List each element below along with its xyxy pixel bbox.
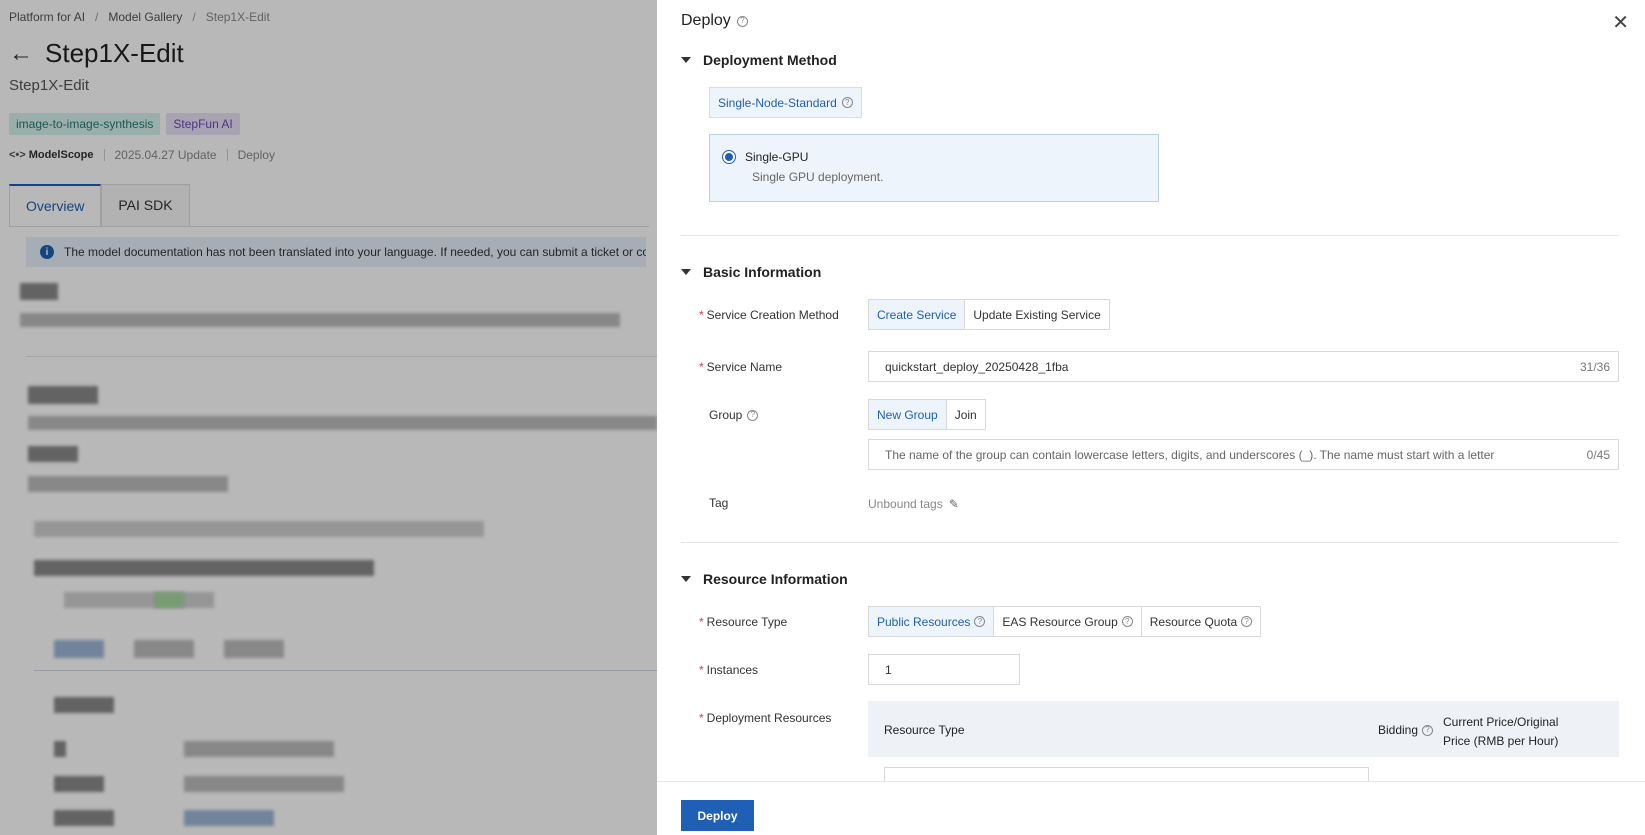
section-title: Basic Information <box>703 264 822 280</box>
required-mark: * <box>699 615 704 629</box>
resource-type-segmented: Public Resources? EAS Resource Group? Re… <box>868 606 1262 637</box>
service-creation-label: * Service Creation Method <box>699 308 839 322</box>
resource-quota-option[interactable]: Resource Quota? <box>1141 607 1261 636</box>
help-icon[interactable]: ? <box>1241 616 1253 627</box>
input-value: quickstart_deploy_20250428_1fba <box>885 359 1069 374</box>
public-resources-option[interactable]: Public Resources? <box>869 607 995 636</box>
deployment-resources-label: * Deployment Resources <box>699 711 832 725</box>
service-creation-segmented: Create Service Update Existing Service <box>868 299 1110 330</box>
section-deployment-method[interactable]: Deployment Method <box>681 52 837 68</box>
section-divider <box>681 235 1619 236</box>
deploy-button[interactable]: Deploy <box>681 800 754 831</box>
input-value: 1 <box>885 662 892 677</box>
section-title: Deployment Method <box>703 52 837 68</box>
section-basic-information[interactable]: Basic Information <box>681 264 821 280</box>
service-name-input[interactable]: quickstart_deploy_20250428_1fba 31/36 <box>868 351 1619 382</box>
group-segmented: New Group Join <box>868 399 986 430</box>
column-header-bidding: Bidding? <box>1378 723 1434 737</box>
char-count: 0/45 <box>1586 447 1610 462</box>
help-icon[interactable]: ? <box>747 409 759 421</box>
service-name-label: * Service Name <box>699 360 783 374</box>
required-mark: * <box>699 308 704 322</box>
required-mark: * <box>699 360 704 374</box>
tag-value[interactable]: Unbound tags ✎ <box>868 497 959 511</box>
create-service-option[interactable]: Create Service <box>869 300 966 329</box>
section-title: Resource Information <box>703 571 848 587</box>
group-label: Group ? <box>709 408 759 422</box>
drawer-footer: Deploy <box>657 781 1645 835</box>
new-group-option[interactable]: New Group <box>869 400 947 429</box>
caret-down-icon <box>681 269 691 275</box>
help-icon[interactable]: ? <box>1422 724 1434 736</box>
required-mark: * <box>699 711 704 725</box>
drawer-header: Deploy ? <box>681 12 748 30</box>
help-icon[interactable]: ? <box>1121 616 1133 627</box>
tag-label: Tag <box>709 496 729 510</box>
option-description: Single GPU deployment. <box>752 170 884 184</box>
eas-resource-group-option[interactable]: EAS Resource Group? <box>994 607 1142 636</box>
radio-selected-icon[interactable] <box>722 150 736 164</box>
chip-label: Single-Node-Standard <box>718 95 837 110</box>
caret-down-icon <box>681 576 691 582</box>
section-divider <box>681 542 1619 543</box>
help-icon[interactable]: ? <box>736 15 748 27</box>
edit-icon[interactable]: ✎ <box>949 497 959 511</box>
char-count: 31/36 <box>1579 359 1610 374</box>
input-placeholder: The name of the group can contain lowerc… <box>885 447 1495 462</box>
help-icon[interactable]: ? <box>841 97 853 108</box>
help-icon[interactable]: ? <box>974 616 986 627</box>
modal-overlay[interactable] <box>0 0 657 835</box>
single-gpu-option[interactable]: Single-GPU Single GPU deployment. <box>709 134 1159 202</box>
required-mark: * <box>699 663 704 677</box>
update-service-option[interactable]: Update Existing Service <box>965 300 1109 329</box>
deployment-method-chip[interactable]: Single-Node-Standard ? <box>709 87 862 118</box>
instances-input[interactable]: 1 <box>868 654 1020 685</box>
deploy-drawer: Deploy ? ✕ Deployment Method Single-Node… <box>657 0 1645 835</box>
group-name-input[interactable]: The name of the group can contain lowerc… <box>868 439 1619 470</box>
section-resource-information[interactable]: Resource Information <box>681 571 848 587</box>
option-label: Single-GPU <box>745 150 809 164</box>
join-group-option[interactable]: Join <box>946 400 985 429</box>
resource-type-select[interactable] <box>884 767 1369 781</box>
resource-type-label: * Resource Type <box>699 615 788 629</box>
caret-down-icon <box>681 57 691 63</box>
column-header-price: Current Price/Original Price (RMB per Ho… <box>1443 715 1559 748</box>
close-icon[interactable]: ✕ <box>1612 10 1629 35</box>
deployment-resources-table-header: Resource Type Bidding? Current Price/Ori… <box>868 701 1619 757</box>
column-header-resource-type: Resource Type <box>884 723 965 737</box>
instances-label: * Instances <box>699 663 759 677</box>
drawer-title: Deploy <box>681 12 731 29</box>
